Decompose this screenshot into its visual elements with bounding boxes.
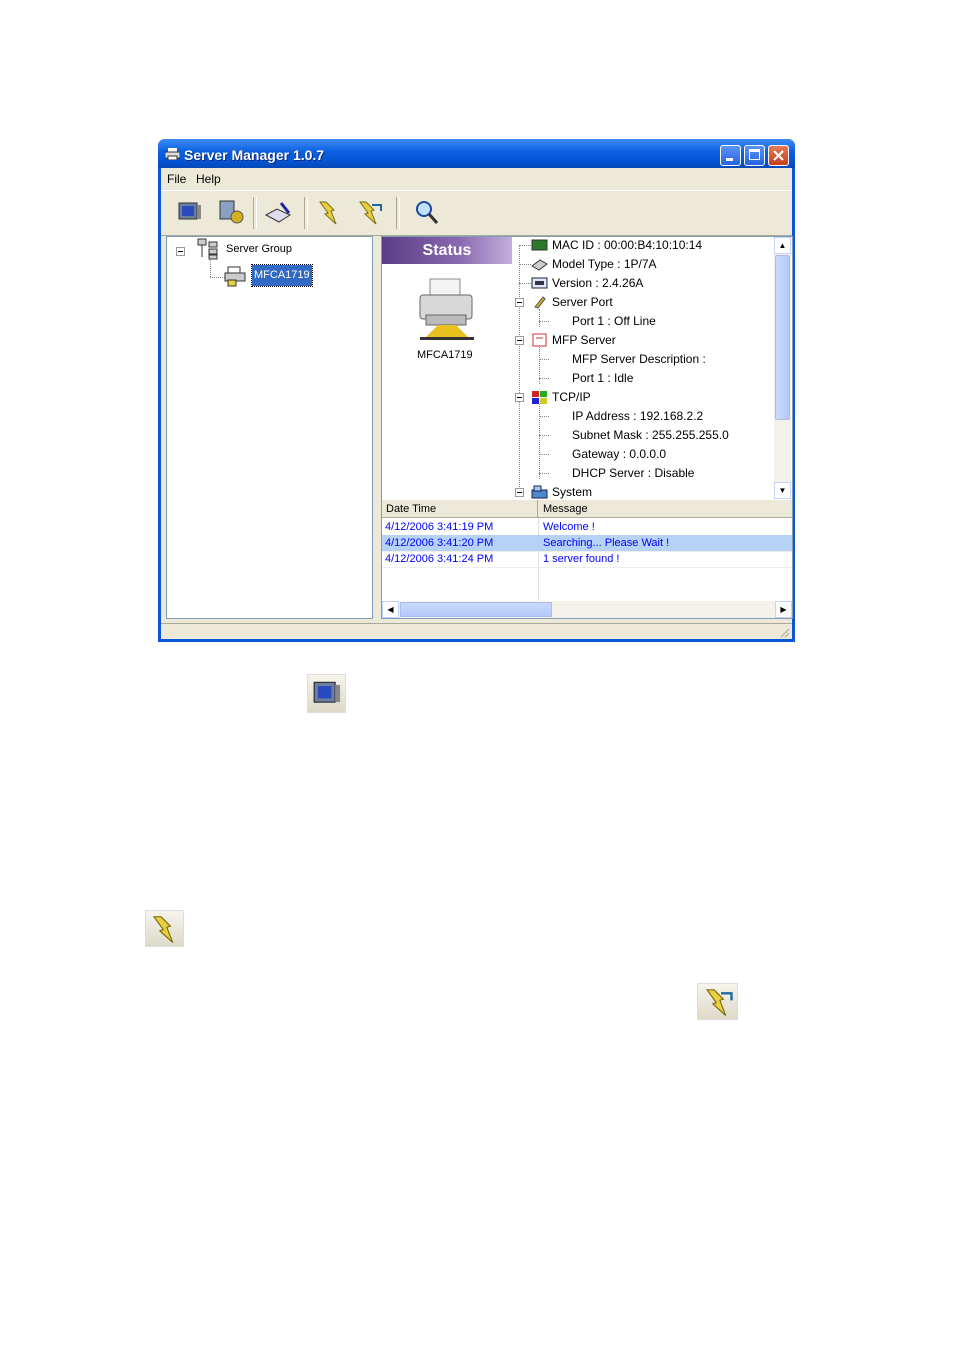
- monitor-icon: [313, 681, 341, 703]
- menu-file[interactable]: File: [167, 172, 186, 186]
- log-message: Welcome !: [543, 521, 595, 533]
- dhcp-server: DHCP Server : Disable: [572, 466, 695, 480]
- server-manager-window: Server Manager 1.0.7 File Help Server Gr…: [158, 139, 795, 642]
- scroll-left-button[interactable]: ◀: [382, 601, 399, 618]
- lightning-arrow-icon[interactable]: [354, 197, 384, 227]
- resize-grip-icon[interactable]: [778, 626, 790, 638]
- chip-icon: [531, 239, 548, 251]
- mfp-server-icon: [532, 333, 547, 347]
- lightning-icon: [152, 916, 174, 943]
- tree-root-label[interactable]: Server Group: [226, 243, 292, 255]
- menu-bar: File Help: [161, 168, 792, 188]
- lightning-arrow-icon: [705, 989, 733, 1016]
- server-tree-pane[interactable]: Server Group MFCA1719: [166, 236, 373, 619]
- tree-node-selected[interactable]: MFCA1719: [251, 264, 313, 287]
- collapse-toggle[interactable]: [515, 393, 524, 402]
- log-datetime: 4/12/2006 3:41:24 PM: [385, 553, 494, 565]
- device-name-label: MFCA1719: [417, 349, 473, 361]
- tcpip-node[interactable]: TCP/IP: [552, 390, 591, 404]
- port1-offline: Port 1 : Off Line: [572, 314, 656, 328]
- printer-icon: [419, 278, 474, 340]
- column-date-time[interactable]: Date Time: [386, 503, 436, 515]
- log-datetime: 4/12/2006 3:41:19 PM: [385, 521, 494, 533]
- log-message: Searching... Please Wait !: [543, 537, 670, 549]
- status-header: Status: [382, 237, 512, 264]
- collapse-toggle[interactable]: [515, 488, 524, 497]
- ip-address: IP Address : 192.168.2.2: [572, 409, 704, 423]
- horizontal-scrollbar[interactable]: ◀ ▶: [382, 601, 792, 618]
- subnet-mask: Subnet Mask : 255.255.255.0: [572, 428, 729, 442]
- printer-server-icon: [224, 266, 246, 287]
- menu-help[interactable]: Help: [196, 172, 221, 186]
- vertical-scrollbar[interactable]: ▲ ▼: [774, 237, 791, 499]
- log-header: Date Time Message: [382, 500, 792, 518]
- port1-idle: Port 1 : Idle: [572, 371, 634, 385]
- monitor-icon[interactable]: [175, 197, 205, 227]
- column-message[interactable]: Message: [543, 503, 588, 515]
- system-icon: [531, 485, 548, 499]
- toolbar-separator: [253, 197, 257, 229]
- mfp-server-description: MFP Server Description :: [572, 352, 706, 366]
- title-bar[interactable]: Server Manager 1.0.7: [158, 139, 795, 168]
- lightning-arrow-icon-illustration: [697, 983, 738, 1020]
- version: Version : 2.4.26A: [552, 276, 644, 290]
- collapse-toggle[interactable]: [515, 336, 524, 345]
- maximize-button[interactable]: [744, 145, 765, 166]
- server-port-node[interactable]: Server Port: [552, 295, 613, 309]
- window-title: Server Manager 1.0.7: [184, 147, 325, 163]
- minimize-button[interactable]: [720, 145, 741, 166]
- log-row[interactable]: 4/12/2006 3:41:20 PM Searching... Please…: [382, 535, 792, 552]
- printer-small-icon: [531, 259, 548, 271]
- status-pane: Status MFCA1719 MAC ID: 00:00:B4:10:10:…: [381, 236, 793, 619]
- log-row[interactable]: 4/12/2006 3:41:19 PM Welcome !: [382, 519, 792, 536]
- close-icon: [773, 150, 784, 161]
- scroll-down-button[interactable]: ▼: [774, 482, 791, 499]
- status-bar: [161, 623, 792, 640]
- collapse-toggle[interactable]: [176, 247, 185, 256]
- version-icon: [531, 277, 548, 289]
- scroll-thumb[interactable]: [400, 602, 552, 617]
- network-icon: [532, 391, 547, 404]
- scroll-right-button[interactable]: ▶: [775, 601, 792, 618]
- lightning-icon[interactable]: [314, 197, 344, 227]
- toolbar-separator: [396, 197, 400, 229]
- close-button[interactable]: [768, 145, 789, 166]
- toolbar-separator: [304, 197, 308, 229]
- config-gear-icon[interactable]: [216, 197, 246, 227]
- lightning-icon-illustration: [145, 910, 184, 947]
- log-row[interactable]: 4/12/2006 3:41:24 PM 1 server found !: [382, 551, 792, 568]
- scroll-thumb[interactable]: [775, 255, 790, 420]
- server-group-icon: [197, 238, 218, 260]
- printer-app-icon: [165, 148, 180, 160]
- scroll-up-button[interactable]: ▲: [774, 237, 791, 254]
- client-area: File Help Server Group MFCA1719 Status M…: [161, 168, 793, 640]
- log-datetime: 4/12/2006 3:41:20 PM: [385, 537, 494, 549]
- log-message: 1 server found !: [543, 553, 620, 565]
- system-node[interactable]: System: [552, 485, 592, 499]
- edit-book-icon[interactable]: [263, 197, 293, 227]
- collapse-toggle[interactable]: [515, 298, 524, 307]
- toolbar: [161, 190, 792, 236]
- model-type: Model Type : 1P/7A: [552, 257, 657, 271]
- gateway: Gateway : 0.0.0.0: [572, 447, 667, 461]
- port-icon: [534, 296, 546, 309]
- search-magnifier-icon[interactable]: [411, 197, 441, 227]
- monitor-icon-illustration: [307, 674, 346, 713]
- mfp-server-node[interactable]: MFP Server: [552, 333, 616, 347]
- mac-id: MAC ID : 00:00:B4:10:10:14: [552, 238, 703, 252]
